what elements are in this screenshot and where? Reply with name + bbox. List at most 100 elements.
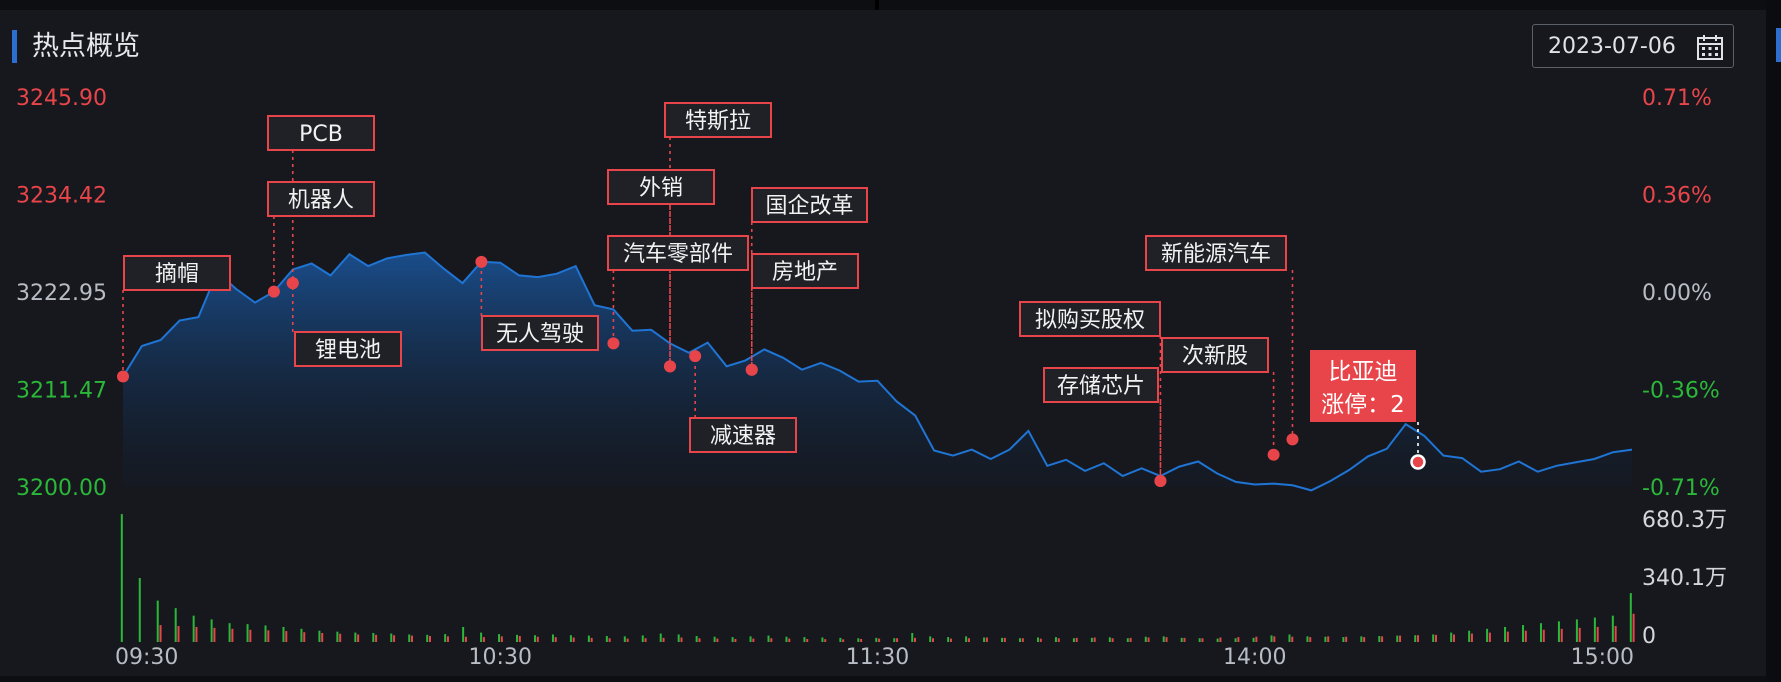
volume-bar	[1165, 637, 1168, 642]
volume-bar	[446, 636, 449, 642]
volume-bar	[1198, 638, 1201, 642]
volume-bar	[949, 638, 952, 642]
volume-bar	[1452, 634, 1455, 642]
volume-bar	[731, 637, 734, 642]
volume-bar	[516, 634, 519, 642]
volume-bar	[231, 628, 234, 642]
y-right-tick: 0.00%	[1642, 281, 1712, 306]
annotation-label: 无人驾驶	[496, 322, 584, 347]
annotation-point	[475, 255, 488, 268]
volume-bar	[533, 635, 536, 642]
y-right-tick: -0.36%	[1642, 379, 1720, 404]
volume-bar	[177, 626, 180, 642]
volume-bar	[1291, 636, 1294, 642]
volume-bar	[1470, 633, 1473, 642]
volume-bar	[569, 635, 572, 642]
volume-bar	[1162, 636, 1165, 642]
volume-bar	[321, 632, 324, 642]
volume-bar	[1057, 638, 1060, 642]
volume-bar	[228, 623, 231, 642]
volume-bar	[1504, 626, 1507, 642]
volume-bar	[1147, 637, 1150, 642]
volume-bar	[282, 626, 285, 642]
volume-tick: 680.3万	[1642, 508, 1727, 533]
volume-bar	[354, 632, 357, 642]
volume-bar	[1288, 634, 1291, 642]
volume-bar	[1126, 638, 1129, 642]
volume-bar	[1450, 632, 1453, 642]
volume-bar	[1309, 637, 1312, 642]
y-right-tick: -0.71%	[1642, 476, 1720, 501]
volume-bar	[1345, 636, 1348, 642]
annotation-point	[1410, 454, 1426, 470]
y-left-tick: 3222.95	[16, 281, 107, 306]
volume-bar	[1306, 636, 1309, 642]
volume-bar	[554, 637, 557, 642]
volume-bar	[1539, 623, 1542, 642]
volume-bar	[357, 634, 360, 642]
annotation-point	[607, 337, 620, 350]
y-left-tick: 3234.42	[16, 184, 107, 209]
volume-bar	[967, 638, 970, 642]
volume-bar	[393, 635, 396, 642]
volume-bar	[1273, 636, 1276, 642]
volume-bar	[1129, 637, 1132, 642]
volume-bar	[482, 637, 485, 642]
volume-bar	[480, 632, 483, 642]
volume-bar	[249, 629, 252, 642]
annotation-point	[745, 363, 758, 376]
annotation-point	[1267, 448, 1280, 461]
volume-bar	[767, 635, 770, 642]
volume-bar	[1614, 626, 1617, 642]
volume-bar	[156, 600, 159, 642]
volume-bar	[464, 636, 467, 642]
volume-bar	[1144, 636, 1147, 642]
volume-bar	[1560, 628, 1563, 642]
intraday-chart: 摘帽 机器人 PCB 锂电池 无人驾驶 汽车零部件 外销 特斯拉减速器 国企改革房地产存储芯片 拟…	[16, 86, 1727, 670]
volume-bar	[1108, 637, 1111, 642]
volume-tick: 0	[1642, 624, 1656, 649]
annotation-label: 摘帽	[155, 262, 199, 287]
annotation-point	[1154, 475, 1167, 488]
volume-bar	[444, 634, 447, 642]
annotation-label: 锂电池	[315, 338, 381, 363]
volume-bar	[1378, 635, 1381, 642]
volume-bar	[1324, 636, 1327, 642]
volume-bar	[1575, 619, 1578, 642]
volume-bar	[318, 630, 321, 642]
volume-bar	[518, 635, 521, 642]
volume-bar	[375, 634, 378, 642]
volume-bar	[1252, 637, 1255, 642]
volume-bar	[1001, 637, 1004, 642]
annotation-label: 国企改革	[765, 194, 853, 219]
x-tick: 09:30	[115, 645, 178, 670]
volume-bar	[1363, 637, 1366, 642]
x-tick: 15:00	[1571, 645, 1634, 670]
volume-bar	[931, 638, 934, 642]
annotation-point	[689, 350, 702, 363]
volume-bar	[339, 633, 342, 642]
volume-bar	[644, 638, 647, 642]
volume-bar	[120, 514, 123, 642]
annotation-label: 房地产	[772, 260, 838, 285]
volume-bar	[1596, 626, 1599, 642]
volume-bar	[947, 637, 950, 642]
annotation-label: 外销	[639, 176, 683, 201]
volume-bar	[500, 636, 503, 642]
annotation-label: 拟购买股权	[1035, 308, 1145, 333]
volume-bar	[659, 633, 662, 642]
volume-bar	[1237, 637, 1240, 642]
volume-bar	[680, 637, 683, 642]
volume-bar	[983, 637, 986, 642]
annotation-label: PCB	[299, 122, 343, 147]
volume-bar	[1111, 638, 1114, 642]
volume-bar	[770, 638, 773, 642]
volume-bar	[590, 637, 593, 642]
volume-bar	[159, 625, 162, 642]
volume-bar	[336, 631, 339, 642]
annotation-label: 次新股	[1182, 344, 1248, 369]
annotation-label: 新能源汽车	[1161, 242, 1271, 267]
volume-bar	[285, 631, 288, 642]
right-panel-accent	[1776, 28, 1781, 62]
volume-bar	[1021, 638, 1024, 642]
